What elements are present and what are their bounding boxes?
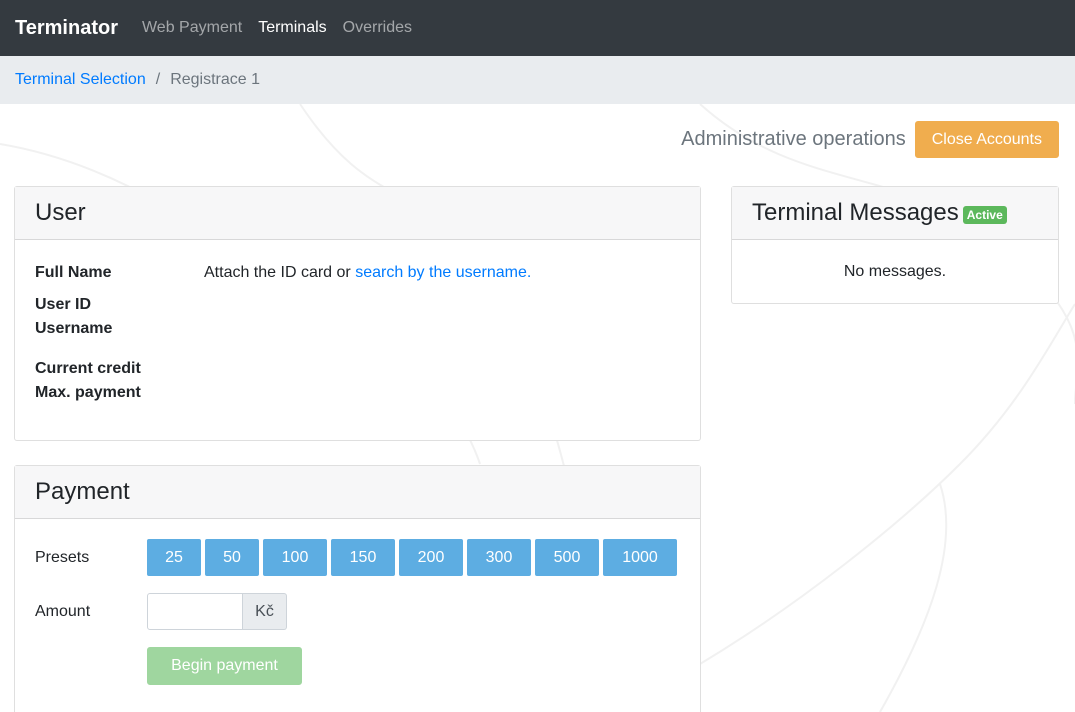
nav-terminals[interactable]: Terminals [258,19,326,37]
top-navbar: Terminator Web Payment Terminals Overrid… [0,0,1075,56]
amount-label: Amount [35,603,91,620]
current-credit-label: Current credit [35,360,141,377]
terminal-messages-header: Terminal Messages Active [732,187,1058,240]
brand-logo[interactable]: Terminator [15,17,118,40]
payment-card: Payment Presets 25 50 100 150 200 300 50… [14,465,701,712]
nav-overrides[interactable]: Overrides [343,19,412,37]
preset-300-button[interactable]: 300 [467,539,531,576]
preset-200-button[interactable]: 200 [399,539,463,576]
close-accounts-button[interactable]: Close Accounts [914,121,1059,158]
max-payment-label: Max. payment [35,384,141,401]
user-card-title: User [15,187,700,240]
search-username-link[interactable]: search by the username. [355,264,531,281]
preset-150-button[interactable]: 150 [331,539,395,576]
username-label: Username [35,320,113,337]
breadcrumb-current: Registrace 1 [170,71,261,88]
admin-operations: Administrative operations Close Accounts [681,121,1059,158]
attach-id-text: Attach the ID card or search by the user… [204,264,531,282]
amount-input-group: Kč [147,593,287,630]
preset-25-button[interactable]: 25 [147,539,201,576]
preset-50-button[interactable]: 50 [205,539,259,576]
user-card: User Full Name User ID Username Current … [14,186,701,441]
attach-id-prompt: Attach the ID card or [204,264,356,281]
admin-operations-label: Administrative operations [681,128,906,150]
amount-input[interactable] [147,593,243,630]
begin-payment-button[interactable]: Begin payment [147,647,302,685]
preset-100-button[interactable]: 100 [263,539,327,576]
terminal-messages-card: Terminal Messages Active No messages. [731,186,1059,304]
preset-500-button[interactable]: 500 [535,539,599,576]
breadcrumb-terminal-selection[interactable]: Terminal Selection [15,71,146,89]
presets-label: Presets [35,549,90,566]
nav-web-payment[interactable]: Web Payment [142,19,242,37]
preset-buttons: 25 50 100 150 200 300 500 1000 [147,539,681,576]
preset-1000-button[interactable]: 1000 [603,539,677,576]
breadcrumb-separator: / [155,71,161,88]
status-badge: Active [962,206,1007,224]
breadcrumb: Terminal Selection / Registrace 1 [0,56,1075,104]
currency-addon: Kč [243,593,287,630]
payment-card-title: Payment [15,466,700,519]
no-messages-text: No messages. [843,263,947,280]
terminal-messages-title: Terminal Messages [752,199,959,226]
user-id-label: User ID [35,296,92,313]
full-name-label: Full Name [35,264,112,281]
